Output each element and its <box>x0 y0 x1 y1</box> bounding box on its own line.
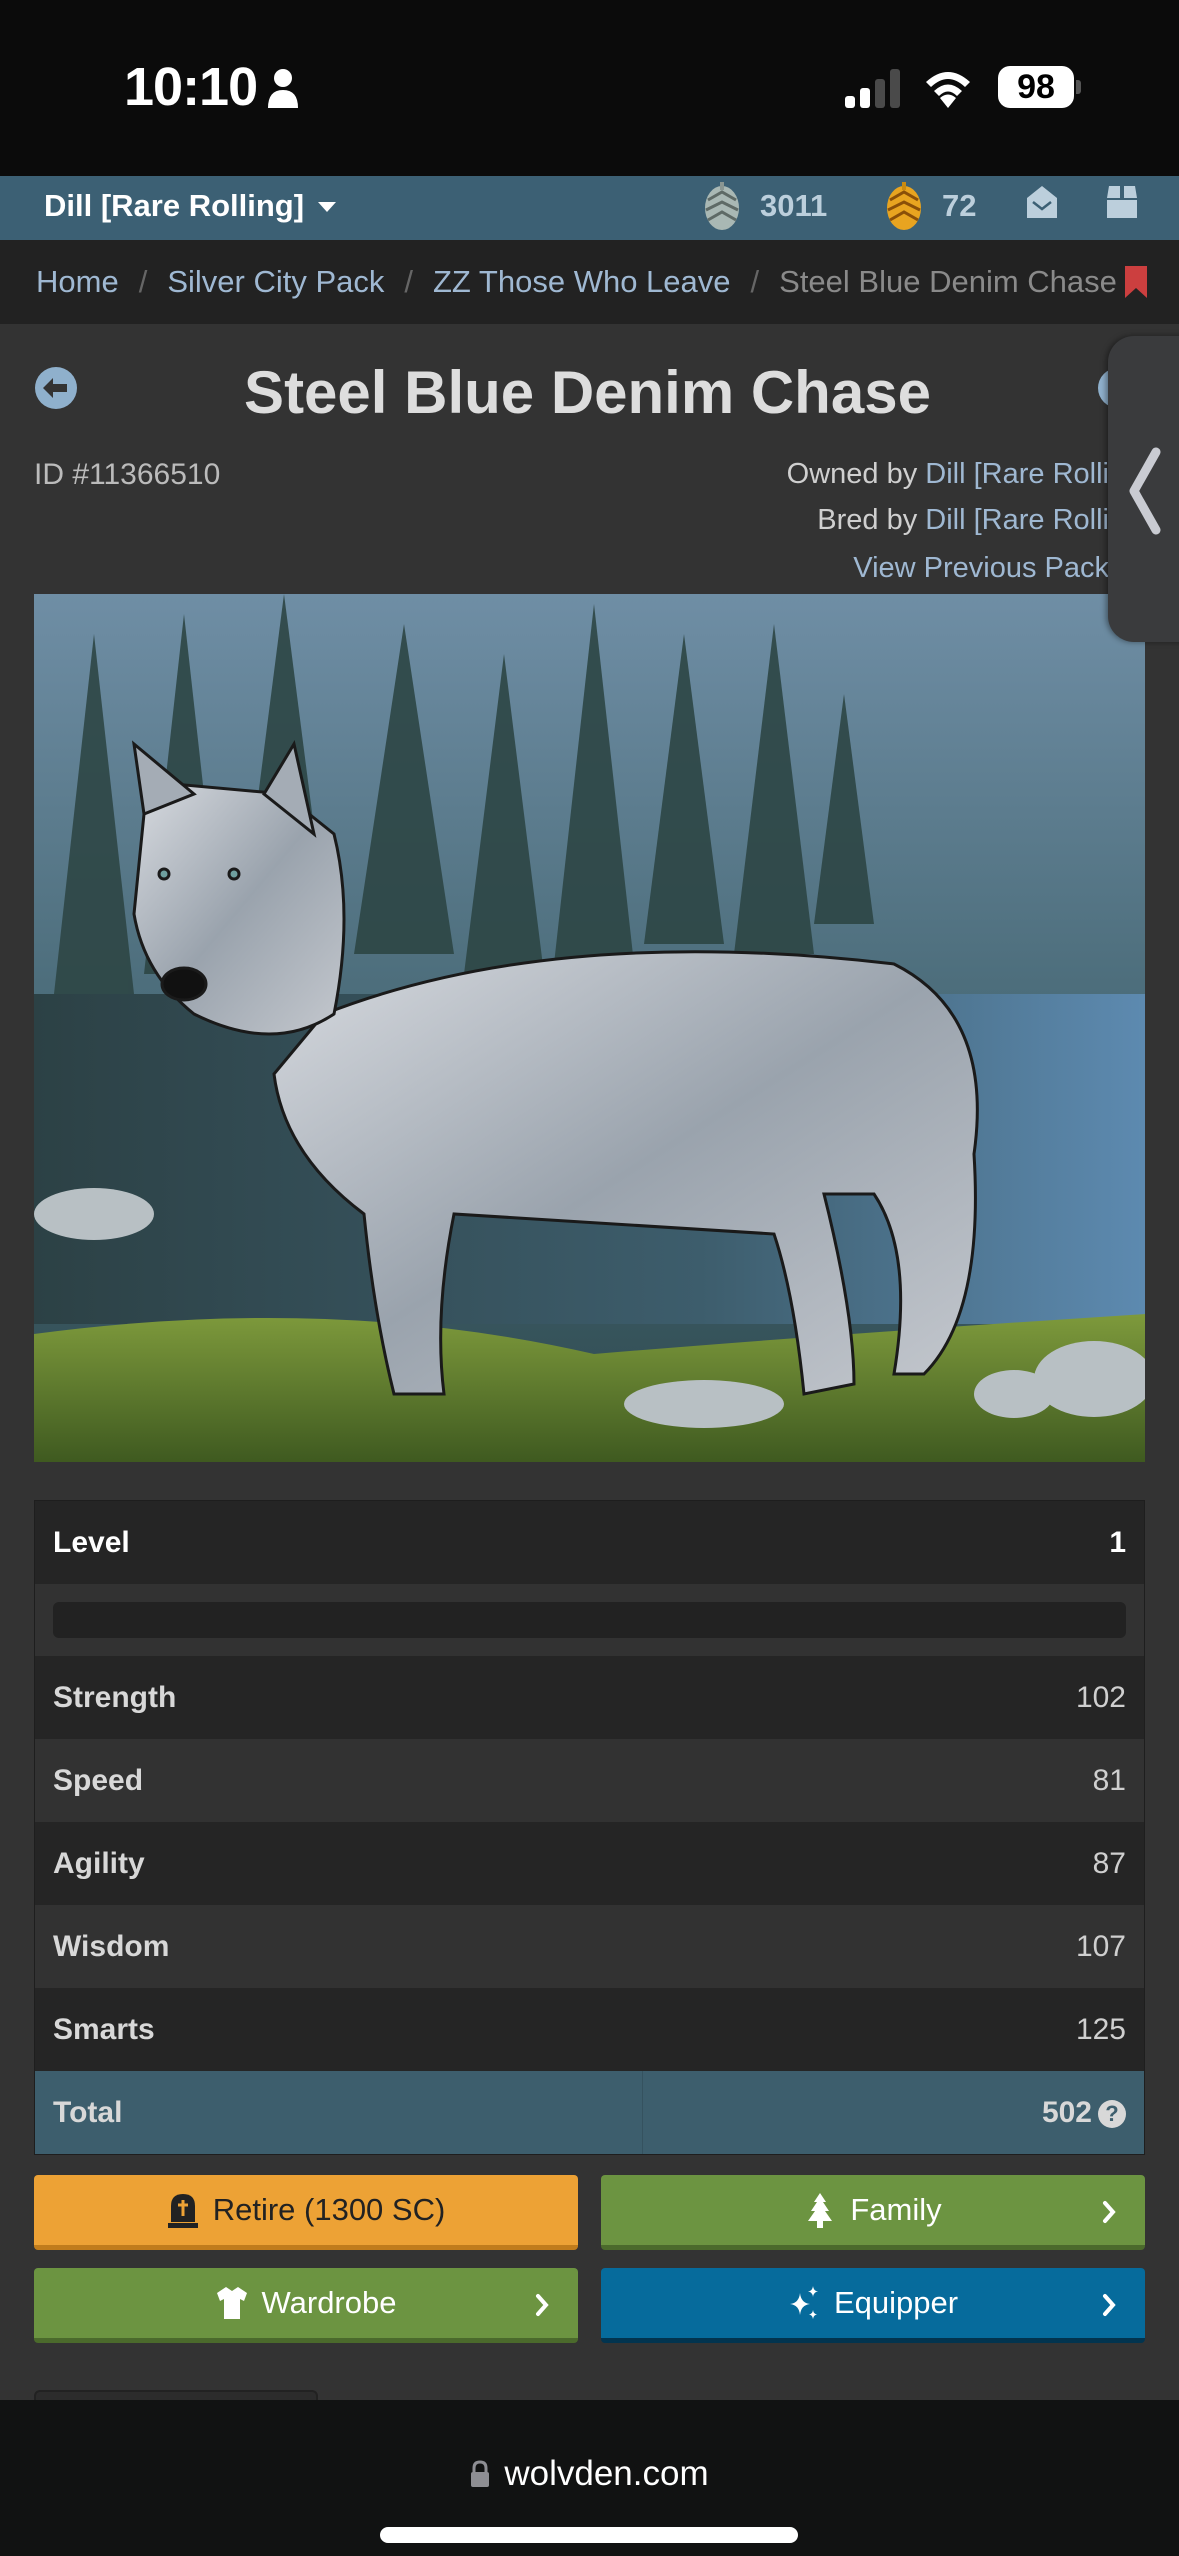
total-value-wrap: 502? <box>1042 2096 1126 2130</box>
stat-value: 125 <box>1075 2012 1126 2046</box>
breadcrumb-home[interactable]: Home <box>36 264 119 300</box>
inventory-box-icon[interactable] <box>1105 184 1139 220</box>
retire-button[interactable]: Retire (1300 SC) <box>34 2175 578 2250</box>
user-menu-dropdown[interactable]: Dill [Rare Rolling] <box>44 184 337 228</box>
url-display[interactable]: wolvden.com <box>0 2454 1179 2494</box>
stat-row-strength: Strength 102 <box>35 1656 1144 1739</box>
wifi-icon <box>926 72 970 108</box>
breadcrumb-separator: / <box>750 264 760 299</box>
stat-label: Wisdom <box>53 1929 170 1963</box>
total-row: Total 502? <box>35 2071 1144 2154</box>
lock-icon <box>471 2460 490 2487</box>
chevron-left-icon <box>1129 447 1161 535</box>
silver-pinecone-icon <box>705 182 739 230</box>
family-label: Family <box>850 2192 942 2227</box>
home-indicator[interactable] <box>380 2527 798 2543</box>
stat-value: 107 <box>1075 1929 1126 1963</box>
level-label: Level <box>53 1525 130 1559</box>
caret-down-icon <box>318 202 337 212</box>
stat-label: Smarts <box>53 2012 155 2046</box>
wardrobe-label: Wardrobe <box>261 2285 397 2320</box>
breadcrumb-separator: / <box>138 264 148 299</box>
stat-label: Speed <box>53 1763 144 1797</box>
tree-icon <box>808 2193 833 2228</box>
silver-cones-counter[interactable]: 3011 <box>700 178 827 234</box>
wolf-name: Steel Blue Denim Chase <box>244 359 931 426</box>
stats-table: Level 1 Strength 102 Speed 81 Agility 87 Wisdo… <box>34 1500 1145 2155</box>
user-menu-label: Dill [Rare Rolling] <box>44 188 305 223</box>
help-icon[interactable]: ? <box>1098 2099 1126 2128</box>
retire-label: Retire (1300 SC) <box>212 2192 446 2227</box>
stat-value: 81 <box>1092 1763 1126 1797</box>
tombstone-icon <box>167 2194 198 2228</box>
bred-by-label: Bred by <box>817 504 918 536</box>
chevron-right-icon <box>536 2294 549 2316</box>
previous-packs: View Previous Pack <box>853 552 1109 585</box>
browser-address-bar[interactable]: wolvden.com <box>0 2400 1179 2556</box>
breadcrumb-pack[interactable]: Silver City Pack <box>167 264 384 300</box>
mail-icon[interactable] <box>1025 184 1059 220</box>
xp-progress-row <box>35 1584 1144 1656</box>
breadcrumb-current: Steel Blue Denim Chase <box>779 264 1117 299</box>
battery-indicator: 98 <box>998 66 1074 108</box>
chevron-right-icon <box>1103 2294 1116 2316</box>
stat-row-wisdom: Wisdom 107 <box>35 1905 1144 1988</box>
wolf-id: ID #11366510 <box>34 458 221 491</box>
stat-row-agility: Agility 87 <box>35 1822 1144 1905</box>
bookmark-icon[interactable] <box>1124 266 1147 298</box>
status-time: 10:10 <box>124 57 258 117</box>
breadcrumb-separator: / <box>404 264 413 299</box>
shirt-icon <box>216 2287 247 2319</box>
breadcrumb-den[interactable]: ZZ Those Who Leave <box>433 264 731 300</box>
breeder-link[interactable]: Dill [Rare Rolli <box>925 504 1109 536</box>
column-divider <box>642 2071 643 2154</box>
stat-value: 87 <box>1092 1846 1126 1880</box>
stat-row-speed: Speed 81 <box>35 1739 1144 1822</box>
status-bar: 10:10 98 <box>0 0 1179 176</box>
bred-by: Bred by Dill [Rare Rolli <box>817 504 1109 537</box>
silver-cones-value: 3011 <box>760 188 828 223</box>
total-label: Total <box>53 2095 123 2129</box>
stat-label: Agility <box>53 1846 145 1880</box>
cellular-signal-icon <box>845 69 900 108</box>
wolf-image <box>34 594 1145 1462</box>
gold-pinecone-icon <box>887 182 921 230</box>
level-value: 1 <box>1109 1525 1126 1559</box>
owned-by-label: Owned by <box>786 458 918 490</box>
stat-label: Strength <box>53 1680 177 1714</box>
level-row: Level 1 <box>35 1501 1144 1584</box>
xp-progress-bar <box>53 1602 1126 1638</box>
top-nav: Dill [Rare Rolling] 3011 72 <box>0 176 1179 240</box>
wardrobe-button[interactable]: Wardrobe <box>34 2268 578 2343</box>
view-previous-packs-link[interactable]: View Previous Pack <box>853 552 1109 584</box>
stat-row-smarts: Smarts 125 <box>35 1988 1144 2071</box>
total-value: 502 <box>1041 2095 1092 2129</box>
battery-cap <box>1076 80 1081 94</box>
chevron-right-icon <box>1103 2201 1116 2223</box>
page-title: Steel Blue Denim Chase <box>0 358 1179 427</box>
owner-link[interactable]: Dill [Rare Rolli <box>925 458 1109 490</box>
side-panel-toggle[interactable] <box>1108 336 1179 642</box>
equipper-label: Equipper <box>833 2285 959 2320</box>
breadcrumb: Home / Silver City Pack / ZZ Those Who L… <box>0 240 1179 324</box>
gold-cones-counter[interactable]: 72 <box>882 178 976 234</box>
family-button[interactable]: Family <box>601 2175 1145 2250</box>
url-domain: wolvden.com <box>504 2454 709 2493</box>
sparkles-icon <box>789 2286 818 2319</box>
person-icon <box>268 69 298 108</box>
owned-by: Owned by Dill [Rare Rolli <box>787 458 1109 491</box>
gold-cones-value: 72 <box>942 188 977 223</box>
stat-value: 102 <box>1075 1680 1126 1714</box>
equipper-button[interactable]: Equipper <box>601 2268 1145 2343</box>
